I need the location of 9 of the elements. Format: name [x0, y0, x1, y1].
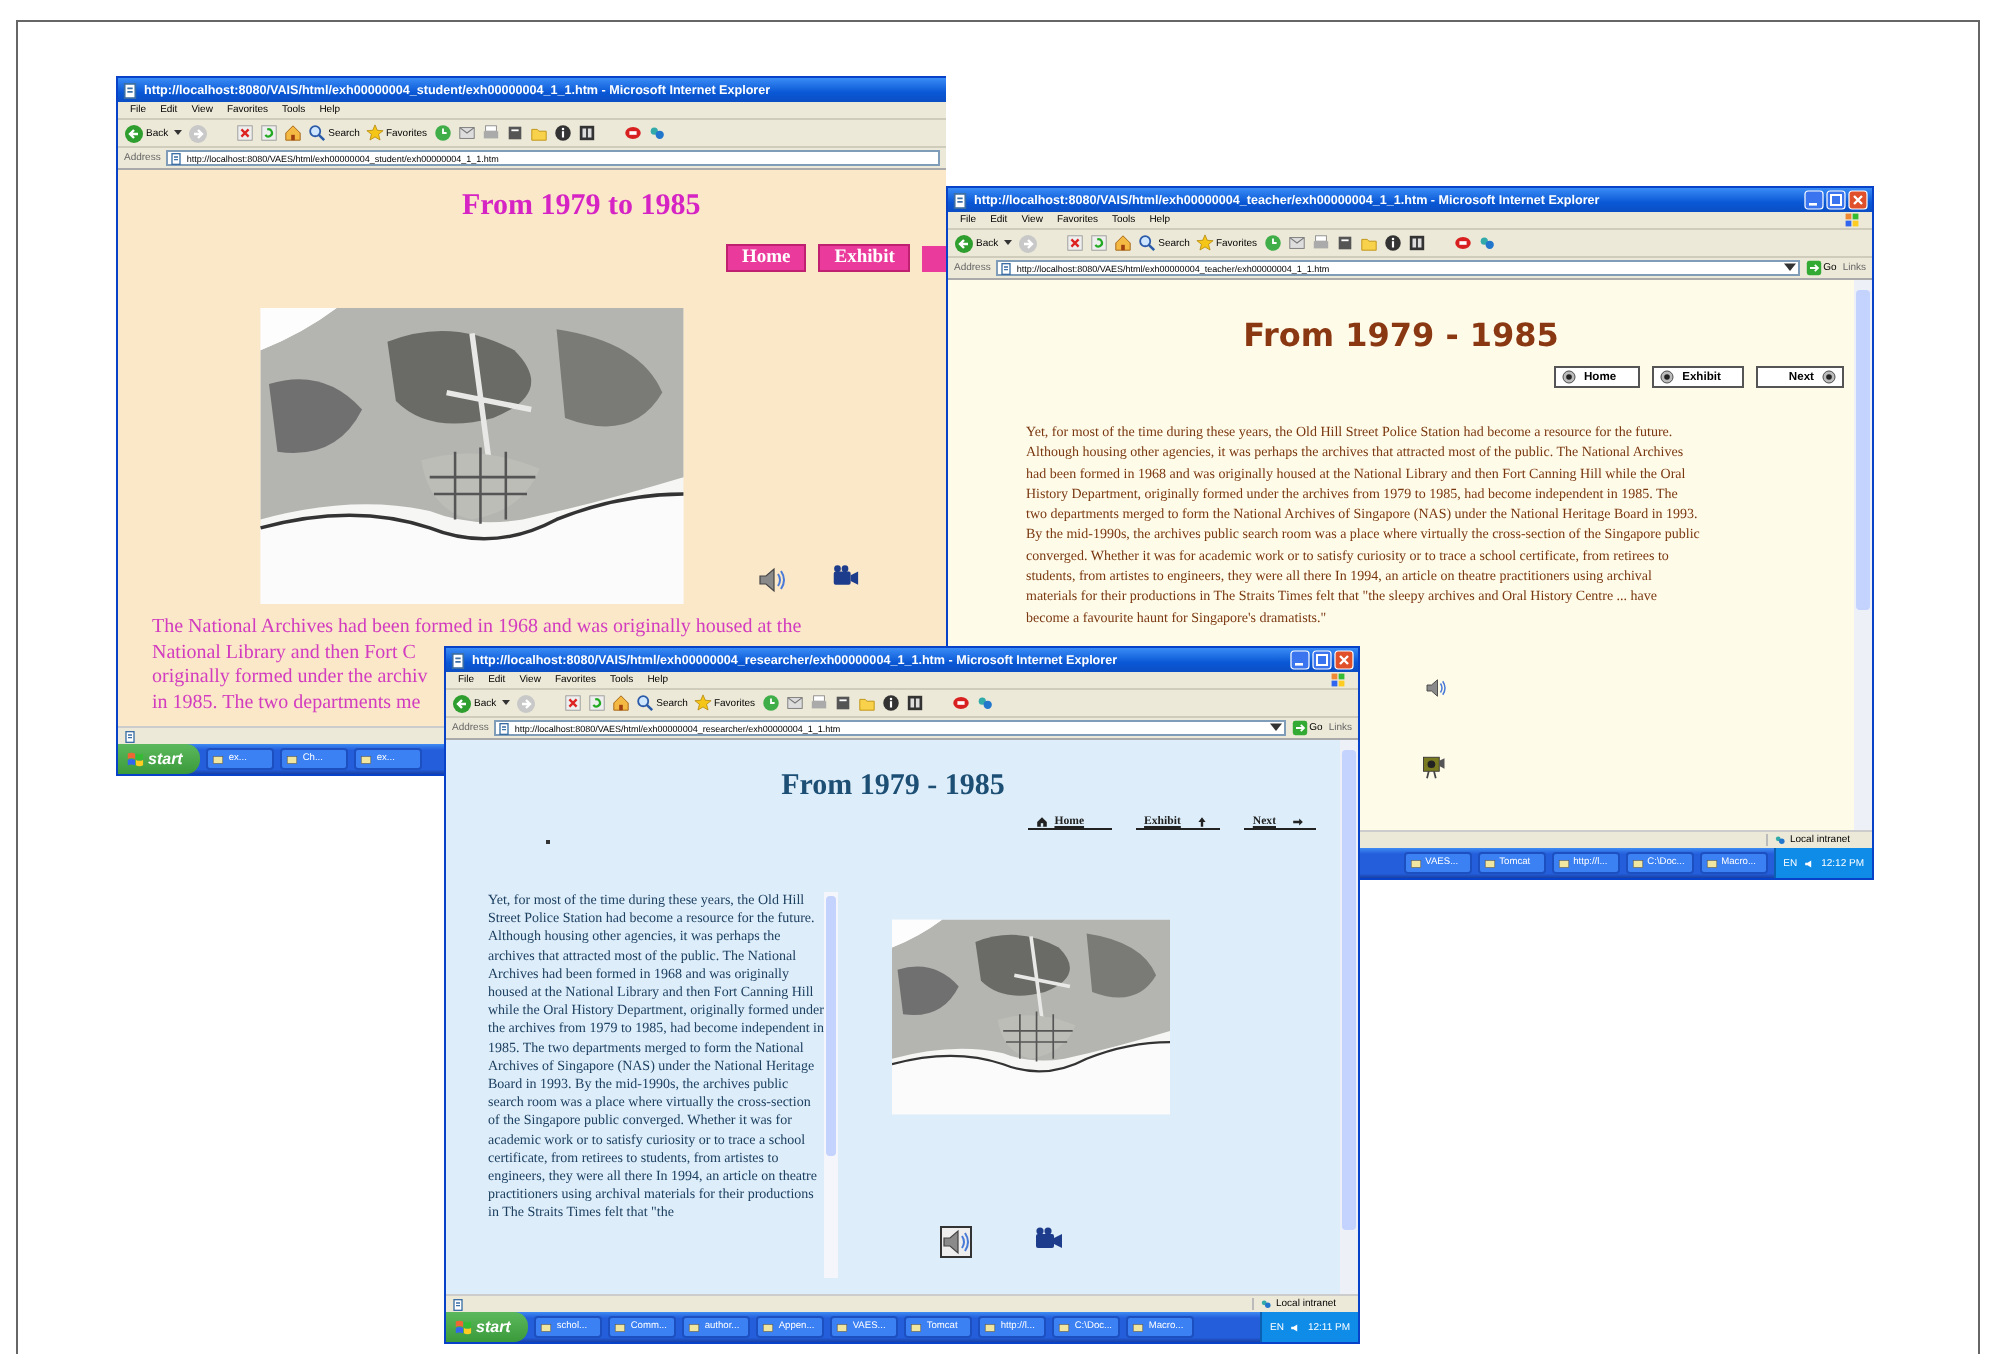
page-heading: From 1979 - 1985 — [779, 768, 1007, 804]
text-line: originally formed under the archiv — [152, 666, 428, 691]
text-line: The National Archives had been formed in 1968 and was originally housed at the — [152, 616, 802, 641]
nav-button[interactable]: Exhibit — [818, 244, 911, 272]
page-heading: From 1979 - 1985 — [1241, 314, 1561, 354]
text-line: in 1985. The two departments me — [152, 691, 421, 716]
text-line: National Library and then Fort C — [152, 641, 416, 666]
nav-button[interactable]: Home — [726, 244, 807, 272]
page-heading: From 1979 to 1985 — [460, 188, 703, 224]
